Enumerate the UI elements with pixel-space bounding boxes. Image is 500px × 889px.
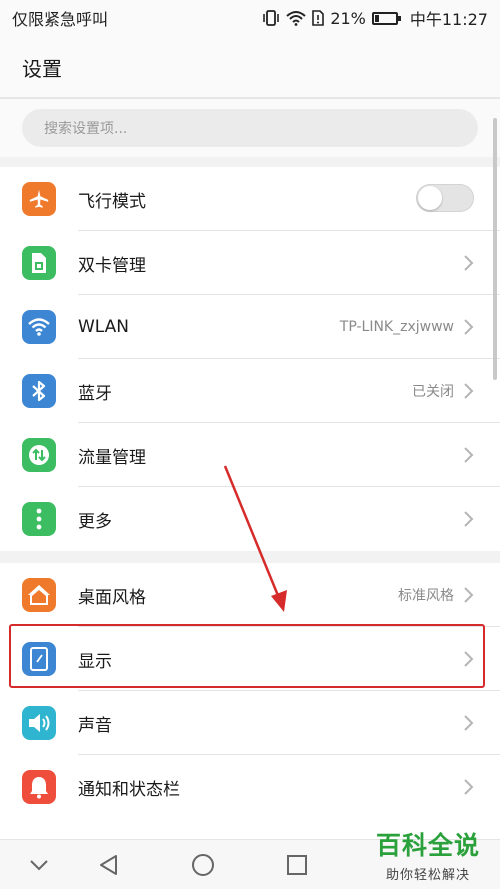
settings-item[interactable]: 桌面风格 标准风格 xyxy=(0,563,500,627)
chevron-right-icon xyxy=(464,779,474,795)
recents-icon[interactable] xyxy=(284,852,310,878)
settings-item-label: 桌面风格 xyxy=(78,587,146,608)
battery-percent: 21% xyxy=(330,8,366,28)
chevron-right-icon xyxy=(464,587,474,603)
notification-bell-icon xyxy=(22,770,56,804)
sim-alert-icon xyxy=(312,10,325,26)
settings-item-value: 标准风格 xyxy=(398,588,454,604)
settings-section-connectivity: 飞行模式双卡管理 WLAN TP-LINK_zxjwww 蓝牙 已关闭流量管理更多 xyxy=(0,167,500,551)
chevron-right-icon xyxy=(464,511,474,527)
chevron-right-icon xyxy=(464,255,474,271)
clock: 中午11:27 xyxy=(409,10,488,29)
search-area: 搜索设置项... xyxy=(0,99,500,157)
settings-item-label: 声音 xyxy=(78,715,112,736)
chevron-right-icon xyxy=(464,447,474,463)
settings-item-label: 显示 xyxy=(78,651,112,672)
display-icon xyxy=(22,642,56,676)
settings-item-value: 已关闭 xyxy=(412,384,454,400)
carrier-text: 仅限紧急呼叫 xyxy=(12,10,109,29)
chevron-right-icon xyxy=(464,319,474,335)
settings-item[interactable]: 流量管理 xyxy=(0,423,500,487)
home-style-icon xyxy=(22,578,56,612)
page-title-bar: 设置 xyxy=(0,36,500,98)
collapse-icon[interactable] xyxy=(26,852,52,878)
settings-item[interactable]: 蓝牙 已关闭 xyxy=(0,359,500,423)
sound-icon xyxy=(22,706,56,740)
toggle-knob xyxy=(418,186,442,210)
settings-item[interactable]: 显示 xyxy=(0,627,500,691)
chevron-right-icon xyxy=(464,651,474,667)
settings-item[interactable]: 双卡管理 xyxy=(0,231,500,295)
airplane-mode-toggle[interactable] xyxy=(416,184,474,212)
watermark-title: 百科全说 xyxy=(375,831,480,860)
settings-item-label: 流量管理 xyxy=(78,447,146,468)
settings-section-device: 桌面风格 标准风格显示声音通知和状态栏 xyxy=(0,563,500,819)
airplane-icon xyxy=(22,182,56,216)
settings-item[interactable]: 更多 xyxy=(0,487,500,551)
settings-item[interactable]: WLAN TP-LINK_zxjwww xyxy=(0,295,500,359)
status-bar: 仅限紧急呼叫 21% 中午11:27 xyxy=(0,0,500,36)
bluetooth-icon xyxy=(22,374,56,408)
search-input[interactable]: 搜索设置项... xyxy=(22,109,478,147)
more-icon xyxy=(22,502,56,536)
settings-item-value: TP-LINK_zxjwww xyxy=(339,319,454,335)
section-gap xyxy=(0,551,500,563)
chevron-right-icon xyxy=(464,383,474,399)
settings-item-label: 更多 xyxy=(78,511,112,532)
watermark-subtitle: 助你轻松解决 xyxy=(385,868,470,883)
data-usage-icon xyxy=(22,438,56,472)
sim-card-icon xyxy=(22,246,56,280)
settings-item[interactable]: 通知和状态栏 xyxy=(0,755,500,819)
home-icon[interactable] xyxy=(190,852,216,878)
back-icon[interactable] xyxy=(96,852,122,878)
settings-item-label: WLAN xyxy=(78,317,130,337)
chevron-right-icon xyxy=(464,715,474,731)
scrollbar[interactable] xyxy=(493,118,497,380)
search-placeholder: 搜索设置项... xyxy=(44,121,128,137)
watermark-logo: 百科全说 助你轻松解决 xyxy=(368,826,488,883)
vibrate-icon xyxy=(262,10,280,26)
settings-item-label: 双卡管理 xyxy=(78,255,146,276)
wifi-icon xyxy=(22,310,56,344)
battery-icon xyxy=(371,11,401,25)
settings-item-label: 飞行模式 xyxy=(78,191,146,212)
page-title: 设置 xyxy=(22,56,62,81)
battery-fill xyxy=(374,14,379,22)
settings-item[interactable]: 声音 xyxy=(0,691,500,755)
status-icons: 21% 中午11:27 xyxy=(262,6,488,30)
settings-item[interactable]: 飞行模式 xyxy=(0,167,500,231)
section-gap xyxy=(0,157,500,167)
settings-item-label: 蓝牙 xyxy=(78,383,112,404)
settings-item-label: 通知和状态栏 xyxy=(78,779,180,800)
wifi-signal-icon xyxy=(286,10,306,26)
